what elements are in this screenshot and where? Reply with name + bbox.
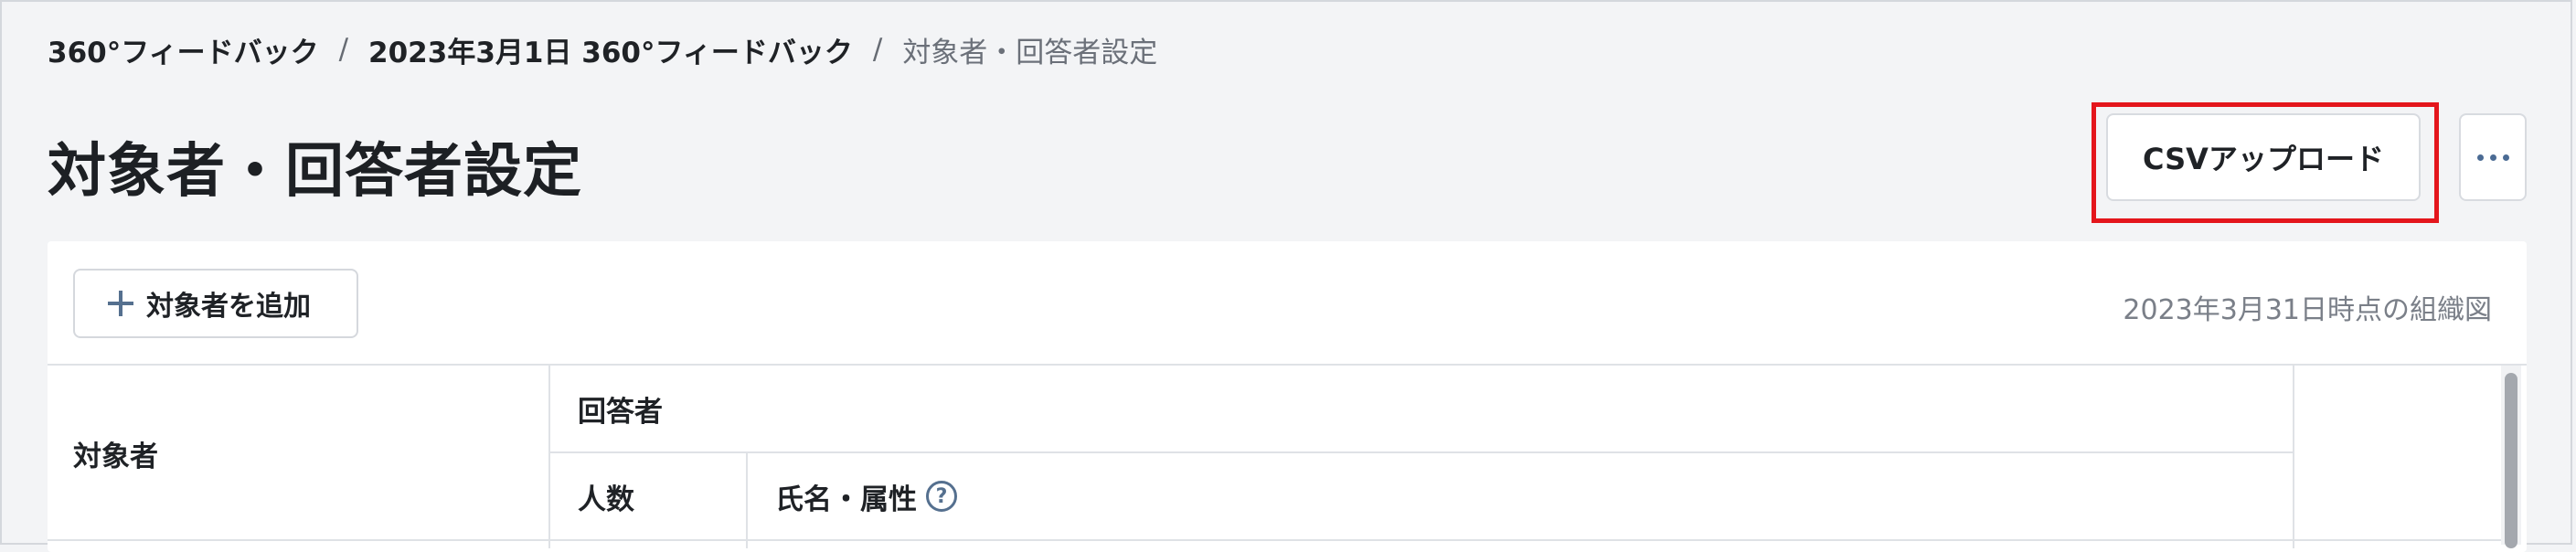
column-divider [746,453,748,548]
breadcrumb-item-360-feedback[interactable]: 360°フィードバック [48,29,319,70]
add-target-label: 対象者を追加 [146,291,311,323]
question-circle-icon[interactable]: ? [926,481,957,512]
breadcrumb-separator: / [872,33,883,66]
row-divider [48,539,2501,541]
header-name-attribute: 氏名・属性 ? [775,453,957,539]
more-actions-button[interactable] [2459,113,2527,201]
header-target: 対象者 [73,440,158,473]
org-chart-date: 2023年3月31日時点の組織図 [2123,294,2492,326]
breadcrumb-item-feedback-session[interactable]: 2023年3月1日 360°フィードバック [368,29,853,70]
csv-upload-button[interactable]: CSVアップロード [2106,113,2421,201]
respondents-table: 対象者 回答者 人数 氏名・属性 ? [48,364,2527,548]
header-name-attribute-label: 氏名・属性 [775,483,917,516]
header-respondents: 回答者 [578,395,663,429]
add-target-button[interactable]: 対象者を追加 [73,269,358,338]
page-title: 対象者・回答者設定 [48,138,582,206]
breadcrumb-separator: / [338,33,349,66]
breadcrumb: 360°フィードバック / 2023年3月1日 360°フィードバック / 対象… [48,29,1158,70]
breadcrumb-current: 対象者・回答者設定 [902,36,1158,69]
column-divider [548,366,550,548]
column-divider [2293,366,2294,548]
more-horizontal-icon [2476,154,2509,161]
plus-icon [108,291,133,316]
header-count: 人数 [578,483,634,516]
table-scrollbar-thumb[interactable] [2505,373,2517,548]
